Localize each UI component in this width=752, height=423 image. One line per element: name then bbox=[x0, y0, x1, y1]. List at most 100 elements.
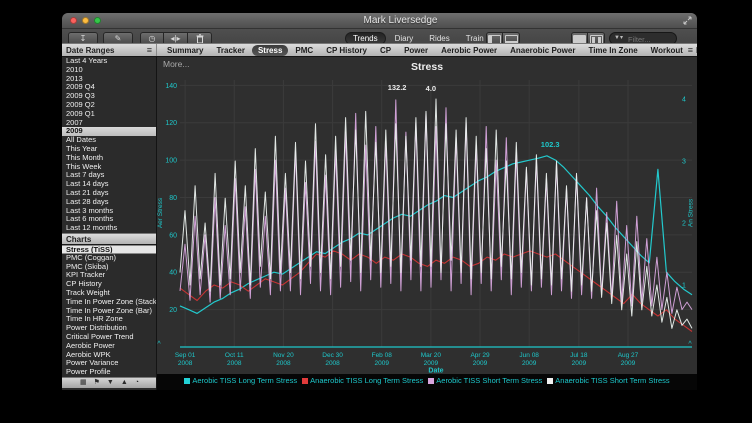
tab-tracker[interactable]: Tracker bbox=[210, 45, 250, 56]
tab-pmc[interactable]: PMC bbox=[289, 45, 319, 56]
x-axis-tick-label: 2008 bbox=[178, 360, 193, 367]
titlebar: Mark Liversedge bbox=[62, 13, 697, 29]
stopwatch-icon: ◷ bbox=[149, 34, 156, 43]
intervals-icon: ◂|▸ bbox=[170, 34, 180, 43]
tab-power[interactable]: Power bbox=[398, 45, 434, 56]
tab-workout[interactable]: Workout bbox=[645, 45, 689, 56]
sidebar-list: Last 4 Years201020132009 Q42009 Q32009 Q… bbox=[62, 57, 156, 377]
left-axis-title: Aer Stress bbox=[157, 197, 164, 228]
sidebar-item-track-weight[interactable]: Track Weight bbox=[62, 289, 156, 298]
x-axis-tick-label: Aug 27 bbox=[618, 352, 639, 359]
tab-stress[interactable]: Stress bbox=[252, 45, 288, 56]
filter-icon[interactable]: ▼ bbox=[107, 378, 114, 388]
sidebar-item-pmc-coggan[interactable]: PMC (Coggan) bbox=[62, 254, 156, 263]
stress-chart-canvas[interactable]: ^^140120100806040204321Sep 012008Oct 112… bbox=[157, 57, 697, 390]
fullscreen-icon[interactable] bbox=[683, 16, 692, 25]
sidebar-item-power-distribution[interactable]: Power Distribution bbox=[62, 324, 156, 333]
x-axis-tick-label: Oct 11 bbox=[225, 352, 244, 359]
y-axis-tick-label-left: 140 bbox=[165, 83, 177, 90]
sidebar-item-last-6-months[interactable]: Last 6 months bbox=[62, 215, 156, 224]
x-axis-tick-label: Jun 08 bbox=[519, 352, 539, 359]
sidebar-item-2007[interactable]: 2007 bbox=[62, 119, 156, 128]
tab-cp-history[interactable]: CP History bbox=[320, 45, 373, 56]
x-axis-tick-label: 2009 bbox=[424, 360, 439, 367]
sidebar-item-2009-q4[interactable]: 2009 Q4 bbox=[62, 83, 156, 92]
max-value-annotation: 4.0 bbox=[426, 84, 436, 93]
sidebar-item-last-12-months[interactable]: Last 12 months bbox=[62, 224, 156, 233]
sidebar-item-this-week[interactable]: This Week bbox=[62, 163, 156, 172]
x-axis-tick-label: 2009 bbox=[621, 360, 636, 367]
x-axis-tick-label: Jul 18 bbox=[570, 352, 588, 359]
bookmark-icon[interactable]: ⚑ bbox=[94, 378, 100, 388]
sidebar-item-last-28-days[interactable]: Last 28 days bbox=[62, 198, 156, 207]
right-axis-title: An Stress bbox=[688, 198, 695, 227]
import-icon: ↧ bbox=[80, 34, 87, 43]
sidebar-item-2009-q3[interactable]: 2009 Q3 bbox=[62, 92, 156, 101]
sidebar-item-this-year[interactable]: This Year bbox=[62, 145, 156, 154]
legend-item-anaerobic-tiss-long-term-stress: Anaerobic TISS Long Term Stress bbox=[302, 376, 423, 385]
legend-swatch bbox=[302, 378, 308, 384]
sidebar-item-last-14-days[interactable]: Last 14 days bbox=[62, 180, 156, 189]
sidebar-item-aerobic-wpk[interactable]: Aerobic WPK bbox=[62, 351, 156, 360]
y-axis-tick-label-right: 4 bbox=[682, 97, 686, 104]
sidebar-item-time-in-hr-zone[interactable]: Time In HR Zone bbox=[62, 315, 156, 324]
calendar-icon[interactable]: ▦ bbox=[80, 378, 87, 388]
sidebar-item-power-variance[interactable]: Power Variance bbox=[62, 359, 156, 368]
x-axis-tick-label: Dec 30 bbox=[322, 352, 343, 359]
sidebar-item-2009[interactable]: 2009 bbox=[62, 127, 156, 136]
sidebar-item-stress-tiss[interactable]: Stress (TiSS) bbox=[62, 245, 156, 254]
x-axis-tick-label: Nov 20 bbox=[273, 352, 294, 359]
legend-swatch bbox=[184, 378, 190, 384]
y-axis-tick-label-left: 60 bbox=[169, 232, 177, 239]
clock-icon[interactable]: ◔ bbox=[135, 378, 139, 388]
sidebar-item-critical-power-trend[interactable]: Critical Power Trend bbox=[62, 333, 156, 342]
x-axis-tick-label: 2009 bbox=[522, 360, 537, 367]
legend-label: Anaerobic TISS Long Term Stress bbox=[310, 376, 423, 385]
chart-icon[interactable]: ▲ bbox=[121, 378, 128, 388]
series-aerobic-tiss-short-term-stress bbox=[180, 100, 692, 314]
date-ranges-title: Date Ranges bbox=[66, 46, 114, 55]
tab-bar-menu-icon[interactable]: ≡ bbox=[688, 45, 693, 55]
sidebar-item-2010[interactable]: 2010 bbox=[62, 66, 156, 75]
tab-summary[interactable]: Summary bbox=[161, 45, 209, 56]
y-axis-tick-label-right: 3 bbox=[682, 159, 686, 166]
x-axis-tick-label: 2008 bbox=[227, 360, 242, 367]
sidebar-item-all-dates[interactable]: All Dates bbox=[62, 136, 156, 145]
date-ranges-menu-icon[interactable]: ≡ bbox=[147, 45, 152, 55]
header-strip: Date Ranges ≡ SummaryTrackerStressPMCCP … bbox=[62, 43, 697, 57]
chart-tab-bar: SummaryTrackerStressPMCCP HistoryCPPower… bbox=[157, 44, 697, 56]
x-axis-tick-label: Sep 01 bbox=[175, 352, 196, 359]
sidebar-item-2009-q1[interactable]: 2009 Q1 bbox=[62, 110, 156, 119]
sidebar-item-cp-history[interactable]: CP History bbox=[62, 280, 156, 289]
chart-legend: Aerobic TISS Long Term Stress Anaerobic T… bbox=[157, 376, 697, 385]
series-anaerobic-tiss-long-term-stress bbox=[180, 251, 692, 332]
desktop-background: Mark Liversedge ↧ ✎ ◷ ◂|▸ bbox=[0, 0, 752, 423]
tab-time-in-zone[interactable]: Time In Zone bbox=[582, 45, 643, 56]
legend-label: Aerobic TISS Long Term Stress bbox=[192, 376, 297, 385]
sidebar-item-this-month[interactable]: This Month bbox=[62, 154, 156, 163]
tab-anaerobic-power[interactable]: Anaerobic Power bbox=[504, 45, 581, 56]
sidebar-item-last-7-days[interactable]: Last 7 days bbox=[62, 171, 156, 180]
y-axis-tick-label-right: 2 bbox=[682, 221, 686, 228]
tab-cp[interactable]: CP bbox=[374, 45, 397, 56]
sidebar-item-time-in-power-zone-stacked[interactable]: Time In Power Zone (Stacked) bbox=[62, 298, 156, 307]
legend-item-aerobic-tiss-long-term-stress: Aerobic TISS Long Term Stress bbox=[184, 376, 297, 385]
sidebar-item-kpi-tracker[interactable]: KPI Tracker bbox=[62, 271, 156, 280]
sidebar-item-2009-q2[interactable]: 2009 Q2 bbox=[62, 101, 156, 110]
sidebar-item-power-profile[interactable]: Power Profile bbox=[62, 368, 156, 377]
legend-label: Aerobic TISS Short Term Stress bbox=[436, 376, 542, 385]
max-value-annotation: 132.2 bbox=[388, 83, 407, 92]
sidebar-item-last-4-years[interactable]: Last 4 Years bbox=[62, 57, 156, 66]
x-axis-tick-label: 2009 bbox=[572, 360, 587, 367]
sidebar-item-pmc-skiba[interactable]: PMC (Skiba) bbox=[62, 263, 156, 272]
legend-item-aerobic-tiss-short-term-stress: Aerobic TISS Short Term Stress bbox=[428, 376, 542, 385]
y-axis-tick-label-left: 120 bbox=[165, 120, 177, 127]
sidebar-item-aerobic-power[interactable]: Aerobic Power bbox=[62, 342, 156, 351]
sidebar-item-last-21-days[interactable]: Last 21 days bbox=[62, 189, 156, 198]
app-window: Mark Liversedge ↧ ✎ ◷ ◂|▸ bbox=[62, 13, 697, 390]
x-axis-tick-label: 2008 bbox=[276, 360, 291, 367]
sidebar-item-last-3-months[interactable]: Last 3 months bbox=[62, 207, 156, 216]
sidebar-item-time-in-power-zone-bar[interactable]: Time In Power Zone (Bar) bbox=[62, 307, 156, 316]
tab-aerobic-power[interactable]: Aerobic Power bbox=[435, 45, 503, 56]
sidebar-item-2013[interactable]: 2013 bbox=[62, 75, 156, 84]
